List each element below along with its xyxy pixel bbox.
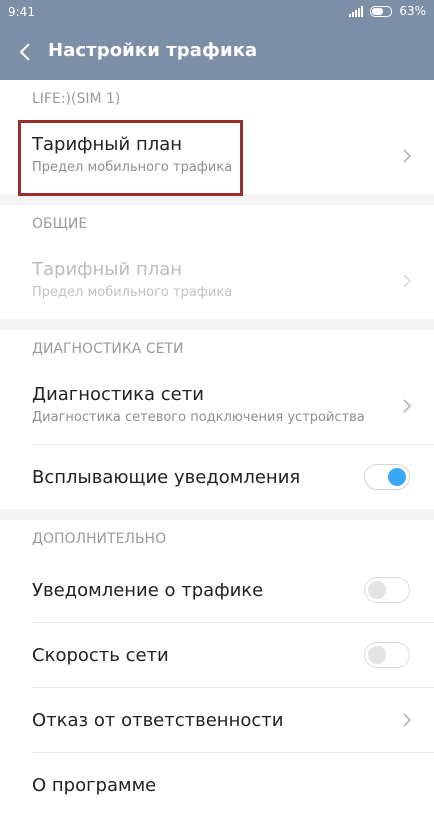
chevron-right-icon: [403, 399, 412, 413]
popup-notifications-toggle[interactable]: [364, 464, 410, 490]
item-title: Скорость сети: [32, 644, 169, 666]
disclaimer-item[interactable]: Отказ от ответственности: [0, 688, 434, 752]
traffic-notification-item: Уведомление о трафике: [0, 558, 434, 622]
app-header: Настройки трафика: [0, 24, 434, 80]
item-subtitle: Предел мобильного трафика: [32, 285, 233, 300]
item-title: Тарифный план: [32, 259, 183, 280]
battery-icon: [370, 5, 393, 17]
item-title: Диагностика сети: [32, 384, 204, 405]
section-header-diagnostics: ДИАГНОСТИКА СЕТИ: [32, 341, 184, 357]
about-item[interactable]: О программе: [0, 753, 434, 817]
item-title: Уведомление о трафике: [32, 579, 264, 601]
item-title: Отказ от ответственности: [32, 709, 284, 731]
traffic-notification-toggle[interactable]: [364, 577, 410, 603]
network-speed-toggle[interactable]: [364, 642, 410, 668]
chevron-right-icon: [403, 149, 412, 163]
tariff-plan-sim1-item[interactable]: Тарифный план Предел мобильного трафика: [0, 118, 434, 194]
section-additional: ДОПОЛНИТЕЛЬНО Уведомление о трафике Скор…: [0, 520, 434, 817]
network-speed-item: Скорость сети: [0, 623, 434, 687]
settings-list: LIFE:)(SIM 1) Тарифный план Предел мобил…: [0, 80, 434, 817]
section-header-sim1: LIFE:)(SIM 1): [32, 91, 121, 107]
item-title: Всплывающие уведомления: [32, 466, 301, 488]
tariff-plan-general-item[interactable]: Тарифный план Предел мобильного трафика: [0, 243, 434, 319]
battery-percent: 63%: [399, 4, 426, 18]
section-network-diagnostics: ДИАГНОСТИКА СЕТИ Диагностика сети Диагно…: [0, 330, 434, 509]
item-title: О программе: [32, 774, 157, 796]
signal-icon: [349, 5, 364, 17]
status-time: 9:41: [8, 5, 35, 19]
network-diagnostics-item[interactable]: Диагностика сети Диагностика сетевого по…: [0, 368, 434, 444]
page-title: Настройки трафика: [48, 40, 258, 61]
back-arrow-icon[interactable]: [18, 42, 34, 62]
section-sim1: LIFE:)(SIM 1) Тарифный план Предел мобил…: [0, 80, 434, 194]
item-subtitle: Диагностика сетевого подключения устройс…: [32, 410, 365, 425]
chevron-right-icon: [403, 713, 412, 727]
section-header-general: ОБЩИЕ: [32, 216, 88, 232]
popup-notifications-item: Всплывающие уведомления: [0, 445, 434, 509]
section-general: ОБЩИЕ Тарифный план Предел мобильного тр…: [0, 205, 434, 319]
status-bar: 9:41 63%: [0, 0, 434, 24]
section-header-additional: ДОПОЛНИТЕЛЬНО: [32, 531, 167, 547]
chevron-right-icon: [403, 274, 412, 288]
item-subtitle: Предел мобильного трафика: [32, 160, 233, 175]
item-title: Тарифный план: [32, 134, 183, 155]
